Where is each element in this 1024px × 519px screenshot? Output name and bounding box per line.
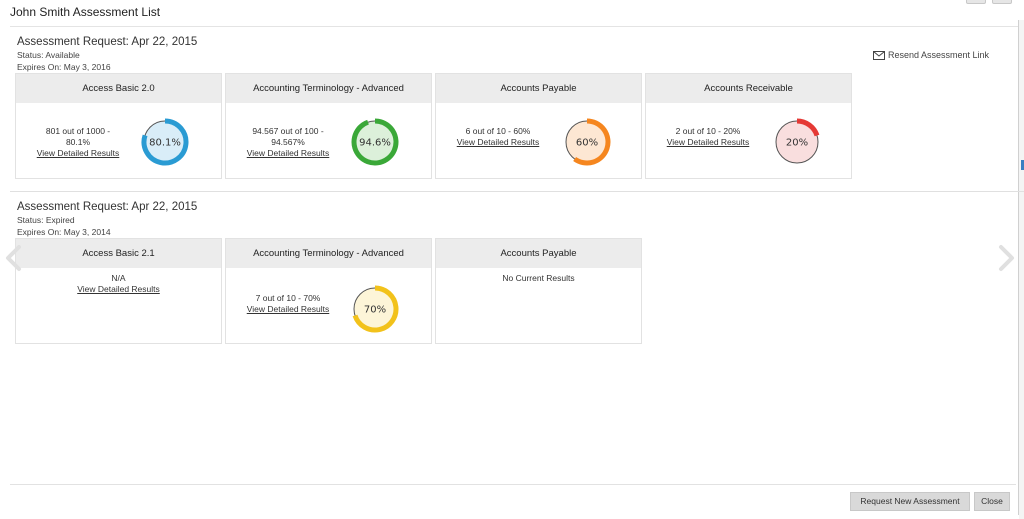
window-close-button[interactable] <box>992 0 1012 4</box>
view-detailed-results-link[interactable]: View Detailed Results <box>77 284 160 295</box>
result-text: 94.567% <box>271 137 305 147</box>
score-gauge: 70% <box>352 285 399 333</box>
assessment-card: Accounts Payable 6 out of 10 - 60% View … <box>435 73 642 179</box>
result-text: 94.567 out of 100 - <box>252 126 324 136</box>
resend-label: Resend Assessment Link <box>888 50 990 60</box>
chevron-right-icon[interactable] <box>996 244 1018 272</box>
result-text: 7 out of 10 - 70% <box>255 293 321 303</box>
card-result: 7 out of 10 - 70% View Detailed Results <box>232 293 344 315</box>
card-title: Accounts Receivable <box>646 74 851 103</box>
assessment-card: Accounting Terminology - Advanced 7 out … <box>225 238 432 344</box>
score-gauge: 94.6% <box>351 118 399 166</box>
assessment-card: Accounts Receivable 2 out of 10 - 20% Vi… <box>645 73 852 179</box>
card-title: Accounting Terminology - Advanced <box>226 74 431 103</box>
card-result: 94.567 out of 100 - 94.567% View Detaile… <box>232 126 344 159</box>
gauge-label: 70% <box>364 305 386 316</box>
card-result: 6 out of 10 - 60% View Detailed Results <box>442 126 554 148</box>
assessment-dialog: John Smith Assessment List Assessment Re… <box>0 0 1024 519</box>
score-gauge: 20% <box>775 118 820 164</box>
score-gauge: 60% <box>565 118 611 166</box>
gauge-label: 80.1% <box>149 138 181 149</box>
card-result: N/A View Detailed Results <box>16 273 221 295</box>
card-title: Accounting Terminology - Advanced <box>226 239 431 268</box>
request-status: Status: Available <box>17 50 80 60</box>
result-text: No Current Results <box>502 273 575 283</box>
title-divider <box>10 26 1018 27</box>
assessment-card: Access Basic 2.1 N/A View Detailed Resul… <box>15 238 222 344</box>
request-new-assessment-button[interactable]: Request New Assessment <box>850 492 970 511</box>
title-bar: John Smith Assessment List <box>0 0 1024 26</box>
card-title: Access Basic 2.0 <box>16 74 221 103</box>
dialog-title: John Smith Assessment List <box>10 5 161 19</box>
view-detailed-results-link[interactable]: View Detailed Results <box>247 304 330 315</box>
card-title: Accounts Payable <box>436 74 641 103</box>
request-title: Assessment Request: Apr 22, 2015 <box>17 36 198 48</box>
view-detailed-results-link[interactable]: View Detailed Results <box>457 137 540 148</box>
request-divider <box>10 191 1024 192</box>
gauge-label: 20% <box>786 138 808 149</box>
request-title: Assessment Request: Apr 22, 2015 <box>17 201 198 213</box>
envelope-icon <box>873 50 885 60</box>
result-text: 6 out of 10 - 60% <box>465 126 531 136</box>
view-detailed-results-link[interactable]: View Detailed Results <box>667 137 750 148</box>
result-text: 801 out of 1000 - <box>45 126 111 136</box>
close-button[interactable]: Close <box>974 492 1010 511</box>
assessment-card: Access Basic 2.0 801 out of 1000 - 80.1%… <box>15 73 222 179</box>
view-detailed-results-link[interactable]: View Detailed Results <box>247 148 330 159</box>
request-status: Status: Expired <box>17 215 75 225</box>
window-button[interactable] <box>966 0 986 4</box>
gauge-label: 94.6% <box>359 138 391 149</box>
result-text: 2 out of 10 - 20% <box>675 126 741 136</box>
card-title: Accounts Payable <box>436 239 641 268</box>
footer-divider <box>10 484 1016 485</box>
card-result: No Current Results <box>436 273 641 284</box>
assessment-card: Accounting Terminology - Advanced 94.567… <box>225 73 432 179</box>
card-title: Access Basic 2.1 <box>16 239 221 268</box>
request-expiry: Expires On: May 3, 2016 <box>17 62 111 72</box>
resend-assessment-link[interactable]: Resend Assessment Link <box>873 50 989 60</box>
background-strip <box>1019 20 1024 519</box>
gauge-label: 60% <box>576 138 598 149</box>
view-detailed-results-link[interactable]: View Detailed Results <box>37 148 120 159</box>
score-gauge: 80.1% <box>141 118 189 166</box>
assessment-card: Accounts Payable No Current Results <box>435 238 642 344</box>
request-header: Assessment Request: Apr 22, 2015 Status:… <box>17 200 197 238</box>
request-header: Assessment Request: Apr 22, 2015 Status:… <box>17 35 197 73</box>
card-result: 2 out of 10 - 20% View Detailed Results <box>652 126 764 148</box>
result-text: 80.1% <box>65 137 91 147</box>
chevron-left-icon[interactable] <box>2 244 24 272</box>
card-result: 801 out of 1000 - 80.1% View Detailed Re… <box>22 126 134 159</box>
request-expiry: Expires On: May 3, 2014 <box>17 227 111 237</box>
result-text: N/A <box>111 273 126 283</box>
